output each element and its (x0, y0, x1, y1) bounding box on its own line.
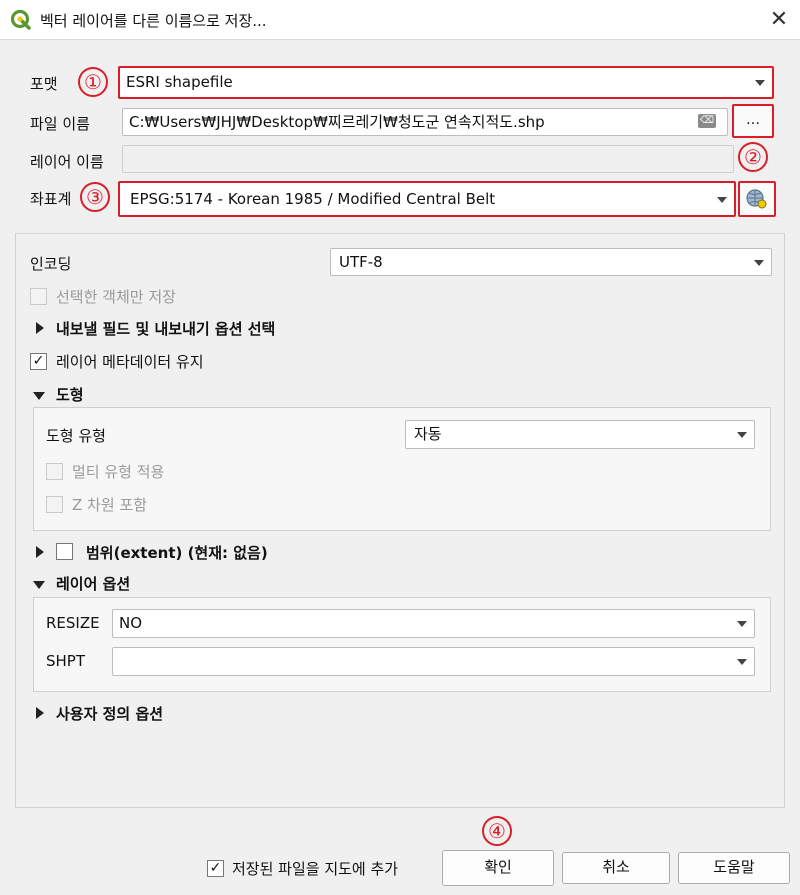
add-to-map-label: 저장된 파일을 지도에 추가 (232, 860, 399, 878)
annotation-circle-1: ① (78, 67, 108, 97)
close-button[interactable]: ✕ (764, 6, 794, 34)
layername-label: 레이어 이름 (30, 153, 104, 171)
format-label: 포맷 (30, 75, 58, 93)
geometry-section-header[interactable]: 도형 (56, 384, 84, 405)
extent-checkbox[interactable] (56, 543, 73, 560)
cancel-button[interactable]: 취소 (562, 852, 670, 884)
encoding-value: UTF-8 (339, 253, 383, 271)
annotation-circle-4: ④ (482, 816, 512, 846)
shpt-combobox[interactable] (112, 647, 755, 676)
resize-combobox[interactable]: NO (112, 609, 755, 638)
chevron-down-icon (737, 621, 747, 627)
clear-icon[interactable]: ⌫ (698, 114, 716, 128)
add-to-map-checkbox[interactable]: ✓ (207, 860, 224, 877)
collapse-triangle-icon[interactable] (33, 581, 45, 589)
qgis-logo-icon (10, 9, 31, 30)
chevron-down-icon (755, 80, 765, 86)
expand-triangle-icon[interactable] (36, 707, 44, 719)
selected-only-label: 선택한 객체만 저장 (56, 288, 176, 306)
window-title: 벡터 레이어를 다른 이름으로 저장... (40, 12, 267, 30)
help-button[interactable]: 도움말 (678, 852, 790, 884)
keep-metadata-label: 레이어 메타데이터 유지 (56, 353, 204, 371)
collapse-triangle-icon[interactable] (33, 392, 45, 400)
encoding-combobox[interactable]: UTF-8 (330, 248, 772, 276)
filename-label: 파일 이름 (30, 115, 90, 133)
ok-button[interactable]: 확인 (442, 850, 554, 886)
extent-section-header[interactable]: 범위(extent) (현재: 없음) (86, 542, 268, 563)
multi-type-checkbox[interactable] (46, 463, 63, 480)
browse-button[interactable]: … (732, 104, 774, 138)
chevron-down-icon (717, 197, 727, 203)
shpt-label: SHPT (46, 652, 86, 670)
chevron-down-icon (737, 659, 747, 665)
crs-label: 좌표계 (30, 190, 72, 208)
expand-triangle-icon[interactable] (36, 322, 44, 334)
format-combobox[interactable]: ESRI shapefile (118, 66, 774, 99)
crs-selector-button[interactable] (738, 181, 776, 217)
globe-icon (746, 189, 767, 209)
geometry-type-combobox[interactable]: 자동 (405, 420, 755, 449)
multi-type-label: 멀티 유형 적용 (72, 463, 165, 481)
annotation-circle-2: ② (738, 142, 768, 172)
geometry-type-value: 자동 (414, 425, 442, 443)
filename-input[interactable]: C:₩Users₩JHJ₩Desktop₩찌르레기₩청도군 연속지적도.shp (122, 108, 728, 136)
format-value: ESRI shapefile (126, 73, 233, 91)
selected-only-checkbox[interactable] (30, 288, 47, 305)
encoding-label: 인코딩 (30, 255, 72, 273)
custom-options-toggle[interactable]: 사용자 정의 옵션 (56, 703, 163, 724)
crs-combobox[interactable]: EPSG:5174 - Korean 1985 / Modified Centr… (118, 181, 736, 217)
export-fields-toggle[interactable]: 내보낼 필드 및 내보내기 옵션 선택 (56, 318, 275, 339)
chevron-down-icon (754, 260, 764, 266)
filename-value: C:₩Users₩JHJ₩Desktop₩찌르레기₩청도군 연속지적도.shp (129, 113, 545, 131)
layer-options-header[interactable]: 레이어 옵션 (56, 573, 130, 594)
expand-triangle-icon[interactable] (36, 546, 44, 558)
layername-input[interactable] (122, 145, 734, 173)
crs-value: EPSG:5174 - Korean 1985 / Modified Centr… (130, 190, 496, 208)
annotation-circle-3: ③ (80, 182, 110, 212)
keep-metadata-checkbox[interactable]: ✓ (30, 353, 47, 370)
resize-value: NO (119, 614, 143, 632)
geometry-type-label: 도형 유형 (46, 427, 106, 445)
chevron-down-icon (737, 432, 747, 438)
z-dimension-checkbox[interactable] (46, 496, 63, 513)
z-dimension-label: Z 차원 포함 (72, 496, 148, 514)
resize-label: RESIZE (46, 614, 100, 632)
